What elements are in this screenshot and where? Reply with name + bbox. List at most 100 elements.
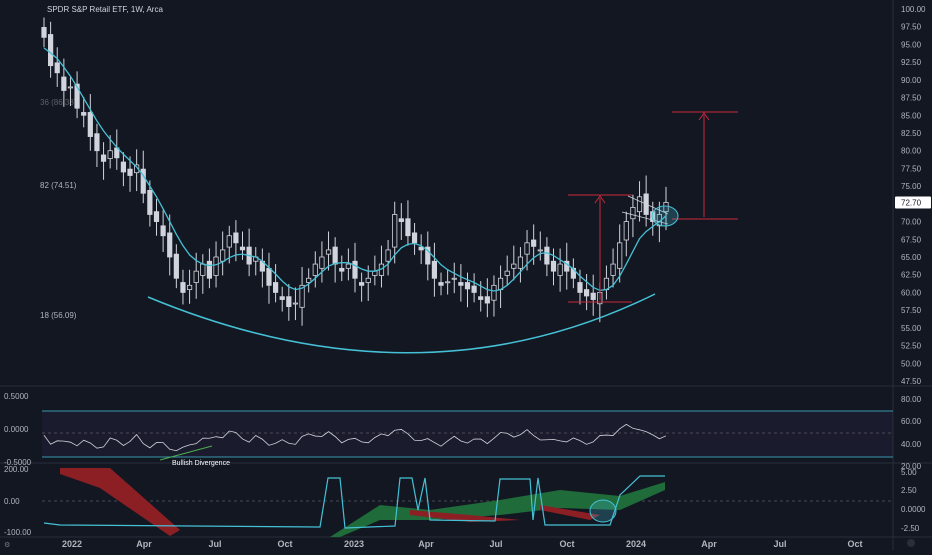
candle-body[interactable] [167, 232, 173, 258]
candle-body[interactable] [583, 289, 590, 297]
candle-body[interactable] [266, 267, 272, 286]
price-tick-label: 95.00 [901, 40, 922, 49]
candle-body[interactable] [100, 154, 107, 162]
candle-body[interactable] [153, 211, 160, 222]
candle-body[interactable] [471, 285, 477, 293]
chart-canvas[interactable]: SPDR S&P Retail ETF, 1W, Arca 100.00 97.5… [0, 0, 932, 550]
candle-body[interactable] [332, 246, 338, 265]
candle-body[interactable] [345, 263, 351, 269]
price-tick-label: 97.50 [901, 23, 922, 32]
candle-body[interactable] [120, 161, 127, 173]
candle-body[interactable] [630, 206, 636, 220]
candle-body[interactable] [365, 277, 371, 283]
candle-body[interactable] [206, 260, 213, 279]
candle-body[interactable] [180, 282, 186, 293]
time-axis[interactable]: 2022 Apr Jul Oct 2023 Apr Jul Oct 2024 Apr Jul Oct [62, 539, 863, 549]
candle-body[interactable] [319, 256, 325, 269]
time-tick-label: Apr [701, 539, 717, 549]
candle-body[interactable] [292, 302, 299, 305]
candle-body[interactable] [312, 263, 318, 276]
candle-body[interactable] [636, 196, 643, 213]
price-tick-label: 57.50 [901, 306, 922, 315]
candle-body[interactable] [94, 133, 100, 152]
candle-body[interactable] [61, 76, 67, 91]
candle-body[interactable] [405, 218, 411, 237]
price-tick-label: 62.50 [901, 271, 922, 280]
candle-body[interactable] [517, 256, 524, 269]
candle-body[interactable] [504, 270, 510, 276]
candle-body[interactable] [617, 242, 623, 269]
candle-body[interactable] [445, 281, 451, 284]
candle-body[interactable] [544, 246, 550, 265]
candle-body[interactable] [352, 260, 358, 279]
highlight-circle[interactable] [589, 499, 617, 523]
candle-body[interactable] [524, 242, 530, 255]
candle-body[interactable] [550, 260, 557, 272]
candle-body[interactable] [160, 225, 166, 237]
candle-body[interactable] [458, 282, 464, 286]
oscillator-panel[interactable]: 0.50000.0000-0.500080.0060.0040.0020.00B… [4, 392, 922, 471]
candle-body[interactable] [623, 221, 629, 241]
candle-body[interactable] [200, 263, 206, 276]
chart-title: SPDR S&P Retail ETF, 1W, Arca [47, 5, 163, 14]
candle-body[interactable] [325, 249, 332, 255]
candle-body[interactable] [438, 282, 444, 286]
candle-body[interactable] [339, 267, 345, 272]
candle-body[interactable] [48, 34, 54, 67]
candle-body[interactable] [398, 218, 404, 222]
candle-body[interactable] [511, 263, 517, 269]
candle-body[interactable] [531, 239, 537, 247]
time-tick-label: 2024 [626, 539, 646, 549]
candle-body[interactable] [431, 260, 438, 279]
candle-body[interactable] [213, 256, 219, 276]
candle-body[interactable] [87, 112, 93, 137]
candle-body[interactable] [173, 253, 179, 279]
candle-body[interactable] [107, 150, 113, 159]
candle-body[interactable] [193, 270, 199, 283]
candle-body[interactable] [359, 282, 365, 286]
candle-body[interactable] [478, 296, 484, 300]
chart-stage[interactable]: SPDR S&P Retail ETF, 1W, Arca 100.00 97.5… [0, 0, 932, 550]
price-tick-label: 75.00 [901, 182, 922, 191]
momentum-panel[interactable]: 200.00 0.00 -100.00 5.00 2.50 0.0000 -2.50 [4, 465, 926, 537]
candle-body[interactable] [385, 249, 391, 262]
osc-tick-right: 80.00 [901, 395, 922, 404]
divergence-annotation: Bullish Divergence [172, 460, 230, 467]
candle-body[interactable] [41, 27, 47, 38]
candle-body[interactable] [484, 296, 490, 304]
candle-body[interactable] [411, 232, 418, 244]
candle-body[interactable] [233, 232, 239, 244]
level-label: 82 (74.51) [40, 181, 77, 190]
candle-body[interactable] [220, 249, 226, 262]
candle-body[interactable] [272, 282, 279, 293]
candle-body[interactable] [239, 246, 246, 251]
candle-body[interactable] [451, 277, 457, 280]
candle-body[interactable] [67, 86, 74, 89]
candle-body[interactable] [54, 62, 60, 74]
candle-body[interactable] [464, 282, 471, 290]
candle-body[interactable] [537, 249, 543, 252]
candle-body[interactable] [557, 263, 563, 276]
price-tick-label: 47.50 [901, 377, 922, 386]
candle-body[interactable] [147, 189, 153, 215]
price-tick-label: 92.50 [901, 58, 922, 67]
price-panel[interactable]: 100.00 97.50 95.00 92.50 90.00 87.50 85.00 82.5… [40, 5, 931, 386]
candle-body[interactable] [491, 284, 497, 301]
timezone-icon[interactable]: ⚙ [4, 541, 10, 549]
candle-body[interactable] [226, 235, 232, 248]
price-tick-label: 77.50 [901, 164, 922, 173]
candle-body[interactable] [610, 263, 616, 276]
candle-body[interactable] [186, 284, 193, 290]
candle-body[interactable] [577, 282, 583, 293]
candle-body[interactable] [81, 112, 87, 116]
candle-body[interactable] [286, 296, 292, 307]
candle-body[interactable] [590, 292, 596, 300]
price-tick-label: 90.00 [901, 76, 922, 85]
candle-body[interactable] [127, 168, 133, 176]
rounded-bottom-curve[interactable] [147, 293, 656, 354]
candle-body[interactable] [279, 296, 285, 300]
candle-body[interactable] [392, 214, 398, 248]
highlight-circle[interactable] [651, 205, 679, 227]
price-tick-label: 87.50 [901, 94, 922, 103]
auto-scale-icon[interactable] [907, 539, 915, 547]
